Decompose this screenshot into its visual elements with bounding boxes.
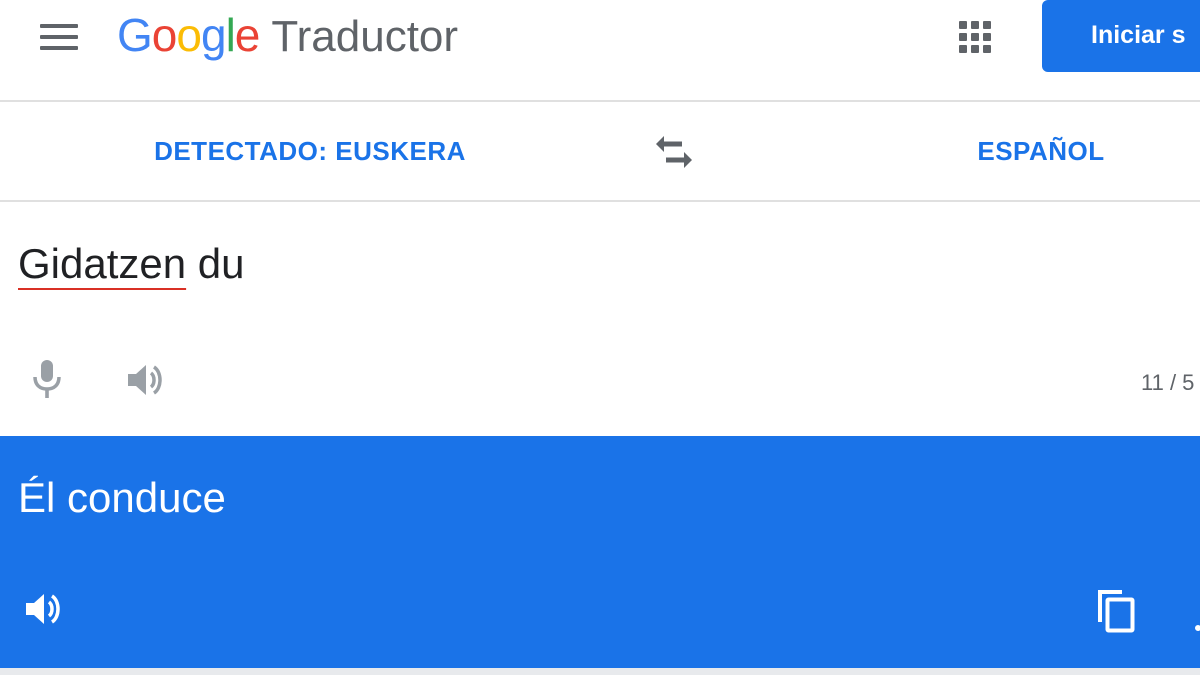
microphone-icon[interactable] — [30, 358, 64, 400]
product-name: Traductor — [271, 12, 459, 61]
apps-grid-dot — [959, 45, 967, 53]
swap-languages-icon[interactable] — [652, 132, 696, 172]
logo-letter: l — [225, 9, 236, 61]
more-options-icon[interactable] — [1192, 616, 1200, 634]
signin-button[interactable]: Iniciar s — [1042, 0, 1200, 72]
google-wordmark: Google — [117, 8, 261, 62]
google-translate-logo[interactable]: Google Traductor — [117, 8, 458, 68]
translation-result-area: Él conduce — [0, 436, 1200, 668]
language-bar: DETECTADO: EUSKERA ESPAÑOL — [0, 102, 1200, 202]
apps-grid-dot — [959, 33, 967, 41]
bottom-divider — [0, 668, 1200, 675]
misspelled-word[interactable]: Gidatzen — [18, 240, 186, 287]
apps-grid-dot — [971, 21, 979, 29]
hamburger-menu-icon[interactable] — [40, 24, 78, 50]
source-text-rest: du — [186, 240, 245, 287]
logo-letter: o — [176, 9, 202, 61]
source-text[interactable]: Gidatzen du — [18, 240, 245, 288]
translation-text: Él conduce — [18, 474, 226, 521]
logo-letter: o — [151, 9, 178, 61]
character-count: 11 / 5 — [1141, 370, 1195, 395]
apps-grid-icon[interactable] — [956, 18, 994, 56]
source-language-selector[interactable]: DETECTADO: EUSKERA — [130, 102, 490, 200]
logo-letter: g — [200, 9, 227, 61]
apps-grid-dot — [971, 33, 979, 41]
translate-app: Google Traductor Iniciar s DETECTADO: EU… — [0, 0, 1200, 675]
apps-grid-dot — [983, 45, 991, 53]
target-language-selector[interactable]: ESPAÑOL — [900, 102, 1182, 200]
apps-grid-dot — [983, 33, 991, 41]
copy-icon[interactable] — [1092, 586, 1138, 634]
app-header: Google Traductor Iniciar s — [0, 0, 1200, 102]
logo-letter: e — [234, 9, 261, 61]
speaker-icon[interactable] — [126, 360, 168, 400]
source-input-area[interactable]: Gidatzen du 11 / 5 — [0, 202, 1200, 436]
apps-grid-dot — [959, 21, 967, 29]
apps-grid-dot — [983, 21, 991, 29]
apps-grid-dot — [971, 45, 979, 53]
speaker-icon[interactable] — [24, 588, 68, 630]
logo-letter: G — [117, 9, 153, 61]
